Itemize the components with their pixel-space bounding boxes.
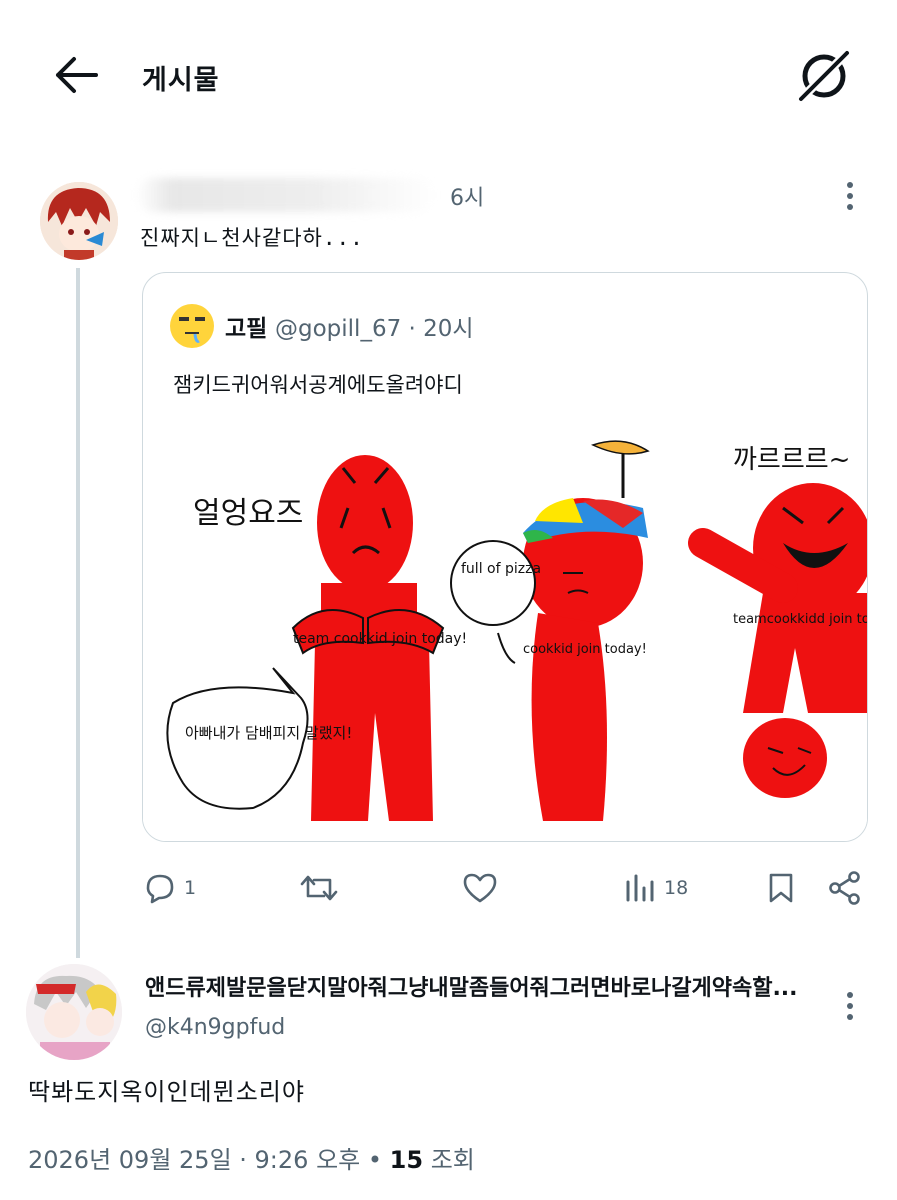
bookmark-icon [769, 873, 793, 903]
analytics-icon [626, 874, 654, 902]
drawing-text: 얼엉요즈 [193, 496, 303, 531]
tweet-date[interactable]: 2026년 09월 25일 · 9:26 오후 [28, 1146, 360, 1174]
share-icon [829, 871, 860, 905]
more-options-icon[interactable] [838, 180, 862, 214]
avatar[interactable] [26, 964, 122, 1060]
quote-text: 잼키드귀어워서공계에도올려야디 [173, 373, 463, 397]
quote-author-name: 고필 [225, 316, 268, 342]
tweet-metadata: 2026년 09월 25일 · 9:26 오후 • 15 조회 [28, 1140, 475, 1175]
drawing-text: full of pizza [461, 561, 541, 577]
drawing-text: 아빠내가 담배피지 말랬지! [185, 724, 352, 742]
drawing-text: team cookkid join today! [293, 631, 467, 647]
drawing-text: cookkid join today! [523, 642, 647, 657]
thread-line [76, 268, 80, 958]
quote-avatar[interactable] [169, 303, 215, 349]
drawing-text: teamcookkidd join today [733, 612, 868, 627]
views-count: 18 [664, 877, 689, 899]
page-title: 게시물 [142, 65, 220, 96]
heart-icon [463, 873, 497, 903]
retweet-icon [300, 875, 338, 901]
reply-icon [146, 874, 174, 904]
blurred-username [136, 178, 436, 212]
author-name[interactable]: 앤드류제발문을닫지말아줘그냥내말좀들어줘그러면바로나갈게약속할... [145, 970, 835, 1002]
view-count: 15 [389, 1146, 424, 1174]
reply-button[interactable]: 1 [142, 868, 196, 908]
avatar[interactable] [40, 182, 118, 260]
reply-count: 1 [184, 877, 197, 899]
quote-image[interactable]: 얼엉요즈 team cookkid join today! 아빠내가 담배피지 … [143, 413, 868, 841]
share-button[interactable] [828, 868, 862, 908]
view-label: 조회 [423, 1146, 475, 1174]
drawing-text: 까르르르~ [733, 445, 850, 475]
views-button[interactable]: 18 [624, 868, 688, 908]
grok-icon[interactable] [795, 47, 853, 105]
bookmark-button[interactable] [767, 868, 795, 908]
back-arrow-icon[interactable] [54, 55, 98, 95]
author-handle[interactable]: @k4n9gpfud [145, 1015, 285, 1040]
like-button[interactable] [462, 868, 498, 908]
quote-handle-time: @gopill_67 · 20시 [275, 316, 474, 342]
separator-dot: • [360, 1146, 390, 1174]
retweet-button[interactable] [300, 868, 338, 908]
more-options-icon[interactable] [838, 990, 862, 1024]
tweet-time: 6시 [450, 186, 485, 211]
tweet-text: 진짜지ㄴ천사같다하... [140, 226, 364, 250]
quote-tweet-card[interactable]: 고필 @gopill_67 · 20시 잼키드귀어워서공계에도올려야디 얼엉요즈… [142, 272, 868, 842]
tweet-text: 딱봐도지옥이인데뮌소리야 [28, 1078, 305, 1106]
